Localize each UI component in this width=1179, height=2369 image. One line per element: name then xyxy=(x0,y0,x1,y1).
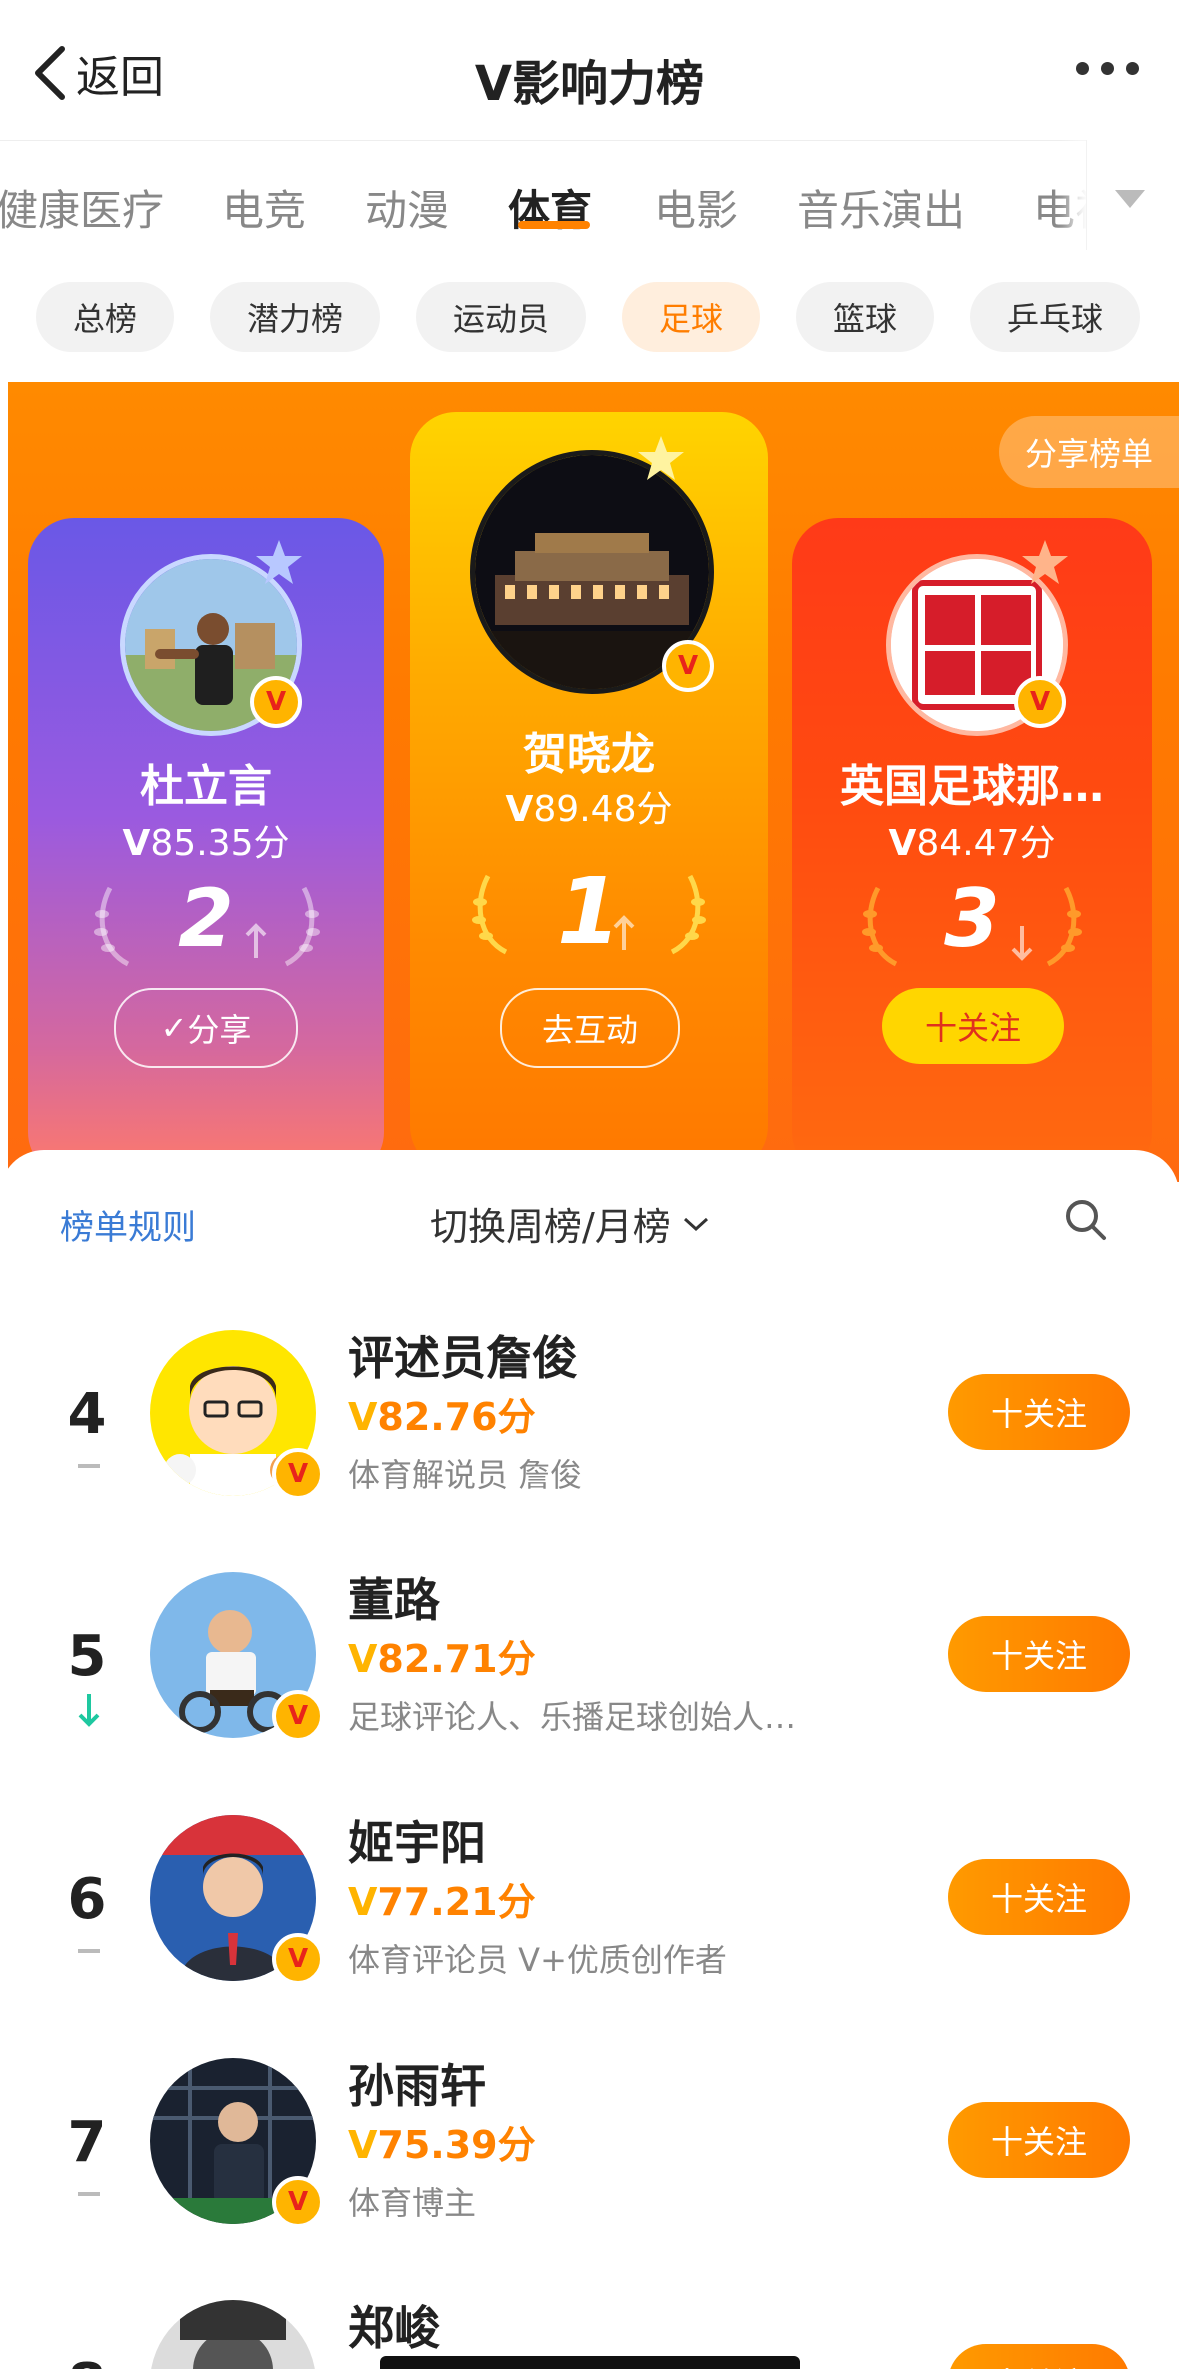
category-tabs: 健康医疗 电竞 动漫 体育 电影 音乐演出 电视 xyxy=(0,140,1179,266)
user-score: V75.39分 xyxy=(348,2123,536,2167)
podium-rank: 1 xyxy=(556,858,621,965)
share-button[interactable]: ✓ 分享 xyxy=(114,988,298,1068)
user-description: 足球评论人、乐播足球创始人… xyxy=(348,1698,797,1736)
laurel-right-icon xyxy=(284,886,320,967)
user-description: 体育博主 xyxy=(348,2184,477,2222)
podium-card-rank-1[interactable]: V 贺晓龙 V89.48分 1 去互动 xyxy=(410,412,768,1172)
user-name: 郑峻 xyxy=(348,2301,440,2355)
podium-score: V85.35分 xyxy=(122,823,290,864)
podium-card-rank-2[interactable]: V 杜立言 V85.35分 2 ✓ 分享 xyxy=(28,518,384,1178)
rank-number: 4 xyxy=(67,1382,107,1447)
avatar xyxy=(150,2300,316,2369)
chevron-down-icon xyxy=(683,1217,708,1231)
ranking-rules-link[interactable]: 榜单规则 xyxy=(60,1200,196,1249)
rank-number: 8 xyxy=(52,2352,122,2369)
more-options-icon[interactable] xyxy=(1076,62,1139,75)
podium-score: V84.47分 xyxy=(888,823,1056,864)
verified-badge-icon: V xyxy=(272,1448,324,1500)
trend-up-icon xyxy=(245,923,267,958)
user-name: 孙雨轩 xyxy=(348,2059,486,2113)
trend-down-icon xyxy=(1011,926,1033,961)
follow-button[interactable]: 十关注 xyxy=(948,1374,1130,1450)
trend-down-icon xyxy=(78,1694,100,1727)
interact-button[interactable]: 去互动 xyxy=(500,988,680,1068)
tab-music[interactable]: 音乐演出 xyxy=(797,177,965,238)
list-item[interactable]: 6 V 姬宇阳 V77.21分 体育评论员 V+优质创作者 十关注 xyxy=(0,1785,1179,2025)
podium-rank: 2 xyxy=(178,872,234,965)
user-name: 董路 xyxy=(348,1573,440,1627)
verified-badge-icon: V xyxy=(1014,676,1066,728)
rank-number: 7 xyxy=(67,2110,107,2175)
active-tab-indicator xyxy=(518,221,590,229)
trend-same-icon xyxy=(78,1464,100,1468)
tab-esports[interactable]: 电竞 xyxy=(222,177,306,238)
score-redaction-bar xyxy=(380,2356,800,2369)
triangle-down-icon xyxy=(1115,190,1145,208)
podium-card-rank-3[interactable]: V 英国足球那… V84.47分 3 十关注 xyxy=(792,518,1152,1178)
chip-overall[interactable]: 总榜 xyxy=(36,282,174,352)
chip-potential[interactable]: 潜力榜 xyxy=(210,282,380,352)
verified-badge-icon: V xyxy=(250,676,302,728)
rank-number: 6 xyxy=(67,1867,107,1932)
user-name: 评述员詹俊 xyxy=(348,1331,578,1385)
user-score: V82.76分 xyxy=(348,1395,536,1439)
list-item[interactable]: 7 V 孙雨轩 V75.39分 体育博主 十关注 xyxy=(0,2028,1179,2268)
user-score: V77.21分 xyxy=(348,1880,536,1924)
laurel-right-icon xyxy=(670,874,706,955)
follow-button[interactable]: 十关注 xyxy=(948,1859,1130,1935)
tabs-expand-button[interactable] xyxy=(1086,140,1179,250)
follow-button[interactable]: 十关注 xyxy=(948,2102,1130,2178)
rank-number: 5 xyxy=(67,1624,107,1689)
follow-button[interactable]: 十关注 xyxy=(948,2344,1130,2369)
search-icon[interactable] xyxy=(1062,1196,1108,1242)
user-description: 体育解说员 詹俊 xyxy=(348,1456,583,1494)
trend-same-icon xyxy=(78,2192,100,2196)
laurel-right-icon xyxy=(1046,886,1082,967)
user-name: 姬宇阳 xyxy=(348,1816,486,1870)
list-item[interactable]: 4 V 评述员詹俊 V82.76分 体育解说员 詹俊 十关注 xyxy=(0,1300,1179,1540)
list-item[interactable]: 5 V 董路 V82.71分 足球评论人、乐播足球创始人… 十关注 xyxy=(0,1542,1179,1782)
star-icon xyxy=(638,436,684,480)
chip-table-tennis[interactable]: 乒乓球 xyxy=(970,282,1140,352)
verified-badge-icon: V xyxy=(272,1933,324,1985)
podium-name: 贺晓龙 xyxy=(523,729,655,780)
chip-basketball[interactable]: 篮球 xyxy=(796,282,934,352)
verified-badge-icon: V xyxy=(272,1690,324,1742)
star-icon xyxy=(1022,540,1068,584)
follow-button[interactable]: 十关注 xyxy=(948,1616,1130,1692)
top-bar: 返回 V影响力榜 xyxy=(0,0,1179,140)
share-board-button[interactable]: 分享榜单 xyxy=(999,416,1179,488)
verified-badge-icon: V xyxy=(272,2176,324,2228)
podium-name: 杜立言 xyxy=(140,761,272,812)
list-item[interactable]: 8 郑峻 十关注 xyxy=(0,2270,1179,2369)
user-description: 体育评论员 V+优质创作者 xyxy=(348,1941,727,1979)
sub-category-chips: 总榜 潜力榜 运动员 足球 篮球 乒乓球 xyxy=(0,270,1179,380)
page-title: V影响力榜 xyxy=(474,56,705,112)
trend-same-icon xyxy=(78,1949,100,1953)
tab-health[interactable]: 健康医疗 xyxy=(0,177,164,238)
star-icon xyxy=(256,540,302,584)
tab-anime[interactable]: 动漫 xyxy=(365,177,449,238)
chip-football[interactable]: 足球 xyxy=(622,282,760,352)
podium-score: V89.48分 xyxy=(505,789,673,830)
follow-button[interactable]: 十关注 xyxy=(882,988,1064,1064)
switch-period-label: 切换周榜/月榜 xyxy=(430,1205,671,1249)
user-score: V82.71分 xyxy=(348,1637,536,1681)
verified-badge-icon: V xyxy=(662,640,714,692)
tab-movies[interactable]: 电影 xyxy=(654,177,738,238)
switch-period-dropdown[interactable]: 切换周榜/月榜 xyxy=(430,1196,711,1251)
podium-name: 英国足球那… xyxy=(840,761,1104,812)
trend-up-icon xyxy=(613,915,635,950)
podium-rank: 3 xyxy=(944,872,1000,965)
chip-athletes[interactable]: 运动员 xyxy=(416,282,586,352)
